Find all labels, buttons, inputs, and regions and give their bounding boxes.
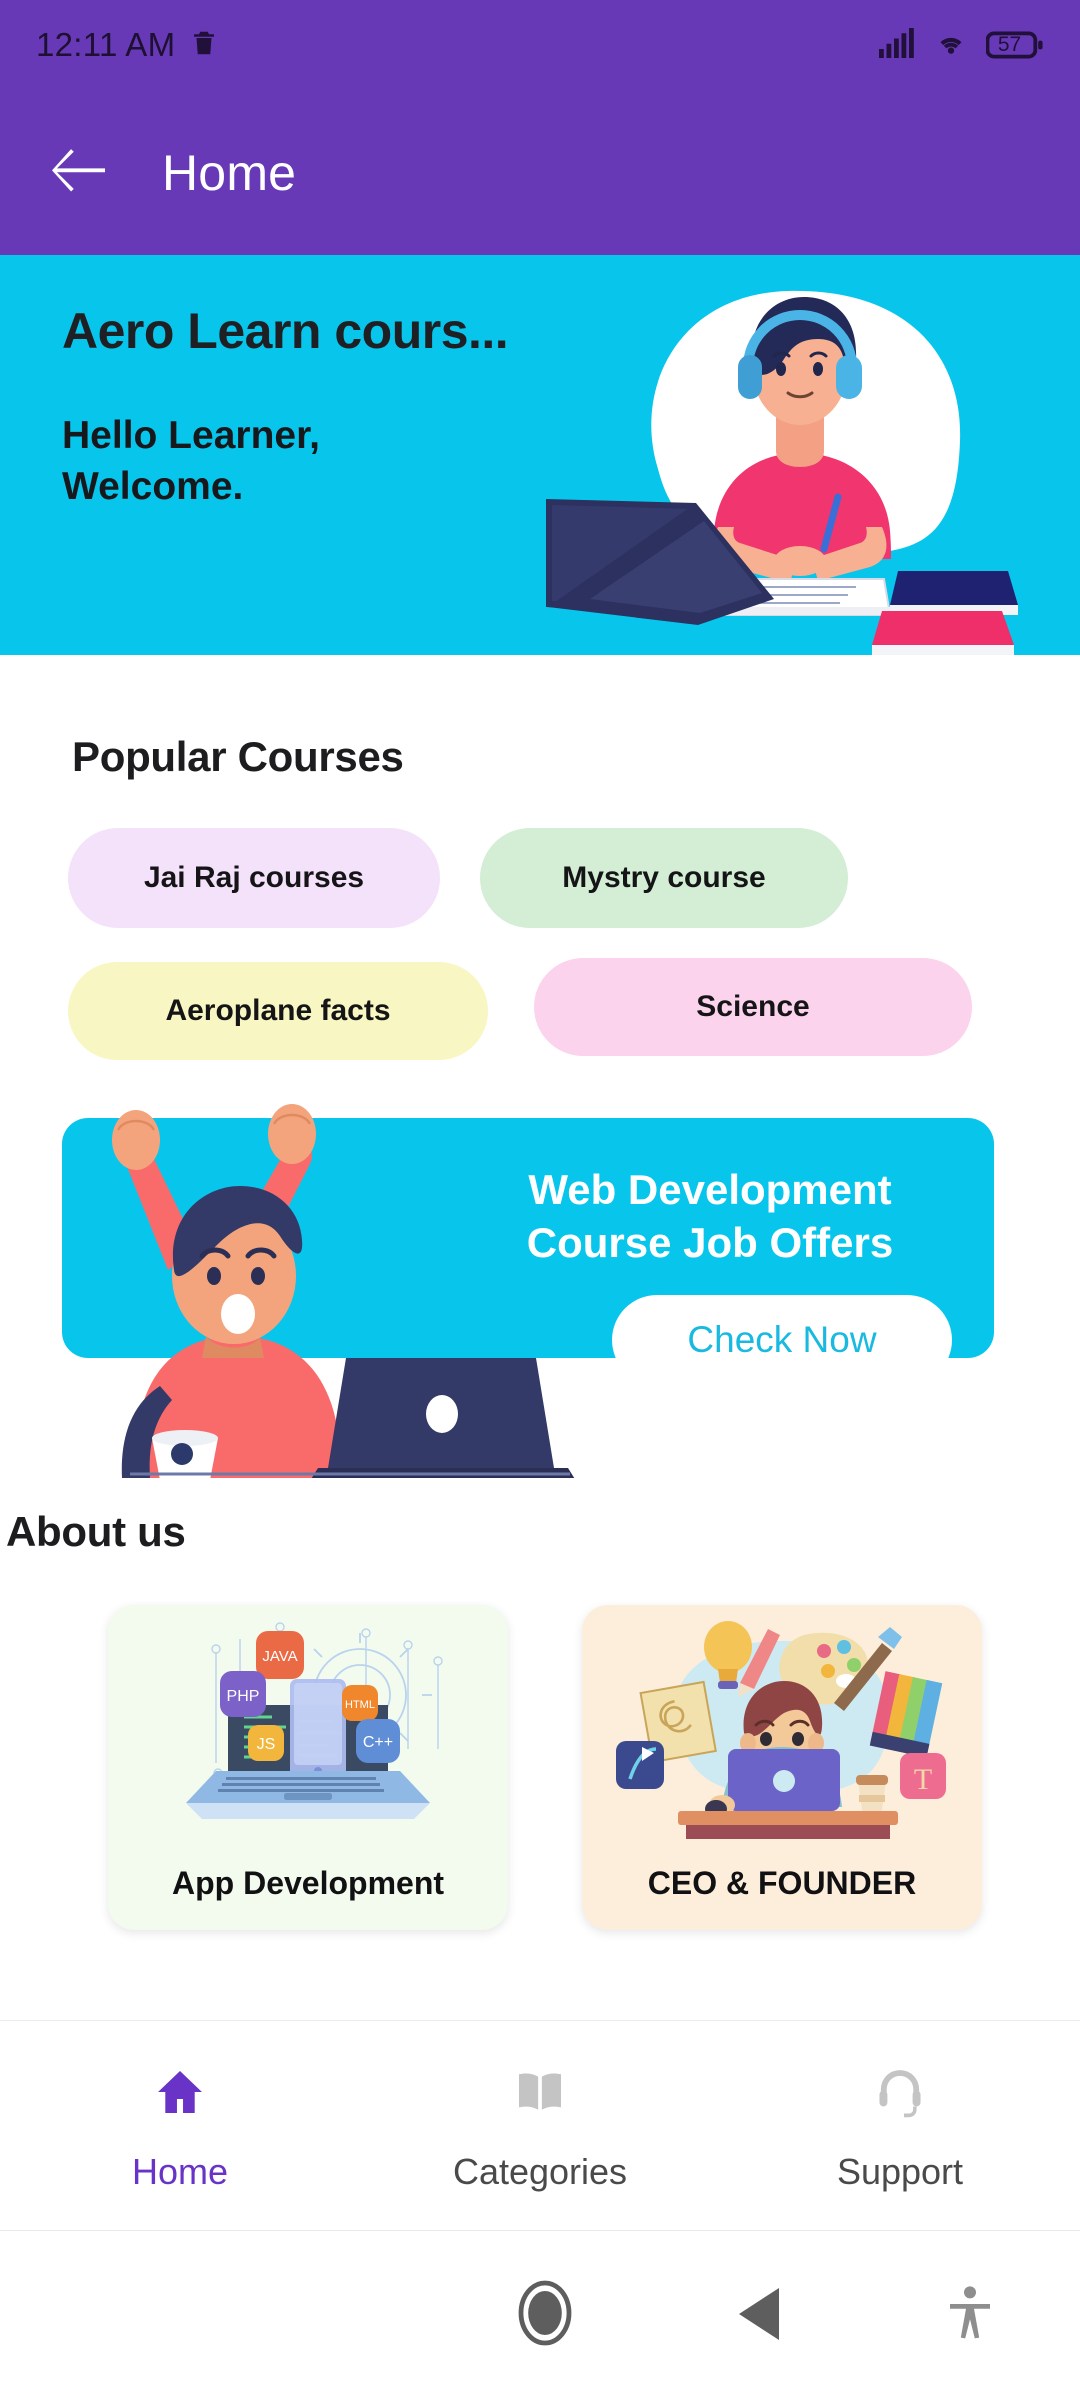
popular-courses-heading: Popular Courses [72,733,404,780]
android-system-navigation-bar [0,2230,1080,2400]
about-us-heading: About us [6,1508,186,1555]
hero-greeting: Hello Learner, Welcome. [62,410,582,514]
about-card-label: App Development [171,1865,445,1901]
student-with-headphones-studying-illustration [538,259,1058,655]
bottom-nav-label: Home [131,2151,229,2192]
hero-greeting-line2: Welcome. [62,465,244,509]
course-chip-label: Mystry course [562,861,766,894]
svg-text:PHP: PHP [227,1688,260,1705]
bottom-nav-label: Support [836,2151,964,2192]
app-screen: 12:11 AM 57 Home Aero Learn cours... Hel… [0,0,1080,2400]
promo-banner[interactable]: Web Development Course Job Offers [0,1040,1080,1484]
accessibility-button[interactable] [935,2279,1005,2353]
home-icon [152,2064,208,2125]
hero-greeting-line1: Hello Learner, [62,413,320,457]
battery-level-text: 57 [997,33,1022,56]
home-circle-icon [517,2280,573,2351]
bottom-nav-label: Categories [452,2151,628,2192]
page-title: Home [162,144,297,201]
battery-icon: 57 [986,30,1044,60]
recents-button[interactable] [285,2281,355,2351]
status-bar-right: 57 [878,27,1044,63]
svg-text:HTML: HTML [345,1699,375,1711]
popular-courses-chip-list: Jai Raj courses Mystry course Aeroplane … [0,810,1080,1070]
app-bar: Home [0,90,1080,255]
svg-text:C++: C++ [363,1734,393,1751]
hero-banner: Aero Learn cours... Hello Learner, Welco… [0,255,1080,655]
bottom-navigation-bar: Home Categories Support [0,2020,1080,2230]
status-bar: 12:11 AM 57 [0,0,1080,90]
svg-text:JS: JS [257,1736,276,1753]
status-bar-clock: 12:11 AM [36,26,176,63]
back-arrow-icon [52,147,110,198]
headset-icon [872,2064,928,2125]
about-us-card-list: JAVA PHP HTML JS C++ App Development T C… [0,1605,1080,1935]
check-now-label: Check Now [687,1319,877,1360]
home-button[interactable] [505,2275,585,2355]
laptop-with-programming-language-badges: JAVA PHP HTML JS C++ [108,1613,508,1843]
course-chip-label: Science [696,990,810,1023]
about-card-label: CEO & FOUNDER [647,1865,917,1901]
bottom-nav-item-support[interactable]: Support [720,2021,1080,2230]
hero-text-block: Aero Learn cours... Hello Learner, Welco… [62,305,582,513]
back-button[interactable] [48,140,114,206]
celebrating-man-with-laptop-illustration [56,1058,578,1484]
cellular-signal-icon [878,27,916,63]
course-chip-label: Aeroplane facts [165,994,391,1027]
about-card-app-development[interactable]: JAVA PHP HTML JS C++ App Development [108,1605,508,1930]
book-icon [512,2064,568,2125]
accessibility-icon [948,2285,992,2347]
course-chip-label: Jai Raj courses [143,861,365,894]
svg-text:JAVA: JAVA [262,1648,297,1665]
hero-title: Aero Learn cours... [62,303,509,359]
wifi-icon [932,28,970,63]
trash-icon [189,26,219,65]
back-button-system[interactable] [725,2281,795,2351]
svg-text:T: T [914,1763,932,1796]
check-now-button[interactable]: Check Now [612,1295,952,1385]
course-chip-mystry-course[interactable]: Mystry course [480,828,848,928]
status-bar-left: 12:11 AM [36,26,219,65]
course-chip-jai-raj-courses[interactable]: Jai Raj courses [68,828,440,928]
designer-at-laptop-with-creative-tools: T [582,1613,982,1843]
back-triangle-icon [739,2287,781,2345]
about-card-ceo-founder[interactable]: T CEO & FOUNDER [582,1605,982,1930]
bottom-nav-item-categories[interactable]: Categories [360,2021,720,2230]
bottom-nav-item-home[interactable]: Home [0,2021,360,2230]
